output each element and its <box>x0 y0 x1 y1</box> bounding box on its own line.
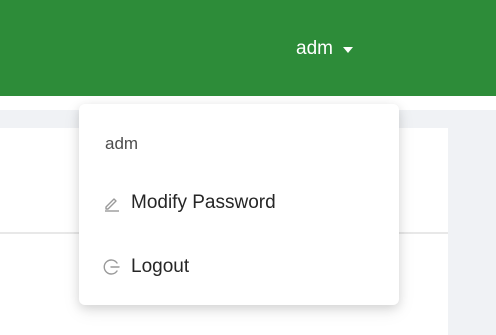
user-dropdown-menu: adm Modify Password Logout <box>79 104 399 305</box>
logout-menu-item[interactable]: Logout <box>103 256 189 278</box>
caret-down-icon <box>342 47 353 53</box>
modify-password-menu-item[interactable]: Modify Password <box>103 192 276 214</box>
top-navigation-bar: adm <box>0 0 496 96</box>
modify-password-label: Modify Password <box>131 192 276 213</box>
dropdown-username: adm <box>105 134 139 153</box>
logout-icon <box>103 259 120 275</box>
user-menu-trigger[interactable]: adm <box>296 37 353 61</box>
logout-label: Logout <box>131 256 190 277</box>
edit-icon <box>105 198 119 212</box>
header-username: adm <box>296 38 333 59</box>
